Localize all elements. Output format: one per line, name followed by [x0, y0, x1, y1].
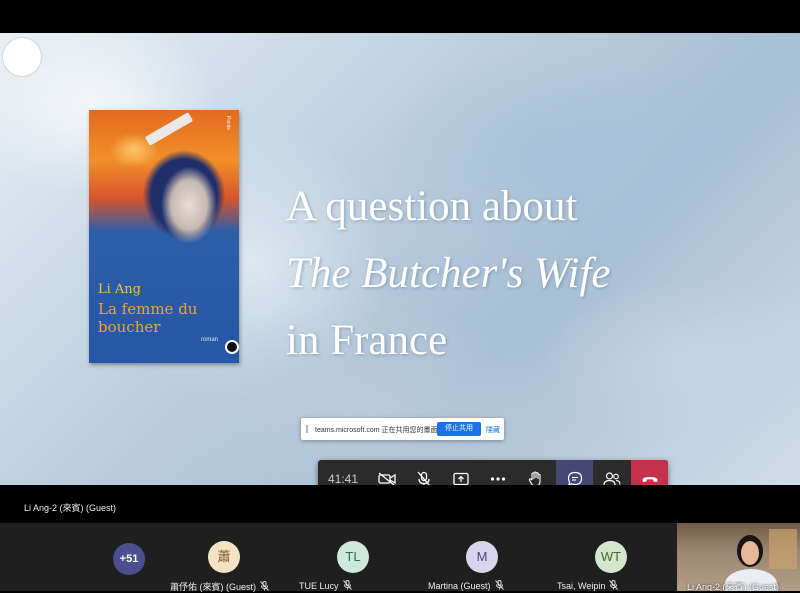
- top-bar: [0, 0, 800, 33]
- screen-share-notification: teams.microsoft.com 正在共用您的畫面。 停止共用 隱藏: [301, 418, 504, 440]
- shared-screen-slide: Points Li Ang La femme du boucher roman …: [0, 33, 800, 485]
- drag-handle-icon[interactable]: [306, 425, 308, 433]
- more-participants-button[interactable]: +51: [113, 543, 145, 575]
- self-name: Li Ang-2 (來賓) (Guest): [687, 582, 780, 591]
- participants-icon: [602, 472, 621, 486]
- book-cover-image: Points Li Ang La femme du boucher roman: [89, 110, 239, 363]
- presenter-caption-bar: Li Ang-2 (來賓) (Guest): [0, 485, 800, 523]
- avatar: WT: [595, 541, 627, 573]
- participant-name: TUE Lucy: [299, 581, 339, 591]
- participant-strip: +51 蕭 蕭伃佑 (來賓) (Guest) TL TUE Lucy M Mar…: [0, 523, 800, 593]
- participant-name-row: 蕭伃佑 (來賓) (Guest): [170, 580, 269, 593]
- book-author: Li Ang: [98, 282, 142, 297]
- stop-sharing-button[interactable]: 停止共用: [437, 422, 481, 436]
- book-title: La femme du boucher: [98, 300, 198, 336]
- participant-face: [741, 541, 759, 565]
- slide-corner-circle: [2, 37, 42, 77]
- share-screen-icon: [452, 472, 469, 486]
- self-video-tile[interactable]: Li Ang-2 (來賓) (Guest): [677, 523, 800, 591]
- participant-name: Martina (Guest): [428, 581, 491, 591]
- more-options-icon: [490, 477, 505, 481]
- hang-up-icon: [641, 477, 658, 482]
- participant-name-row: Tsai, Weipin: [557, 580, 619, 591]
- slide-title: A question about The Butcher's Wife in F…: [286, 173, 766, 374]
- presenter-name: Li Ang-2 (來賓) (Guest): [24, 503, 117, 513]
- participant-name-row: Martina (Guest): [428, 580, 504, 591]
- mic-off-icon: [342, 580, 352, 590]
- slide-title-line-1: A question about: [286, 183, 578, 230]
- avatar: TL: [337, 541, 369, 573]
- camera-off-icon: [377, 472, 396, 486]
- participant-tile[interactable]: TL TUE Lucy: [289, 523, 417, 591]
- avatar: M: [466, 541, 498, 573]
- participant-tile[interactable]: 蕭 蕭伃佑 (來賓) (Guest): [160, 523, 288, 593]
- mic-off-icon: [494, 580, 504, 590]
- publisher-logo-icon: [225, 340, 239, 354]
- hide-notice-link[interactable]: 隱藏: [486, 425, 500, 435]
- share-notice-text: teams.microsoft.com 正在共用您的畫面。: [315, 427, 445, 434]
- participant-name: Tsai, Weipin: [557, 581, 606, 591]
- book-genre: roman: [201, 337, 219, 343]
- book-publisher-label: Points: [225, 116, 231, 130]
- participant-tile[interactable]: M Martina (Guest): [418, 523, 546, 591]
- slide-title-line-3: in France: [286, 317, 448, 364]
- background-shelf: [769, 529, 797, 569]
- participant-name-row: TUE Lucy: [299, 580, 352, 591]
- participant-tile[interactable]: WT Tsai, Weipin: [547, 523, 675, 591]
- mic-off-icon: [609, 580, 619, 590]
- mic-off-icon: [260, 581, 269, 591]
- avatar: 蕭: [208, 541, 240, 573]
- slide-title-line-2: The Butcher's Wife: [286, 250, 611, 297]
